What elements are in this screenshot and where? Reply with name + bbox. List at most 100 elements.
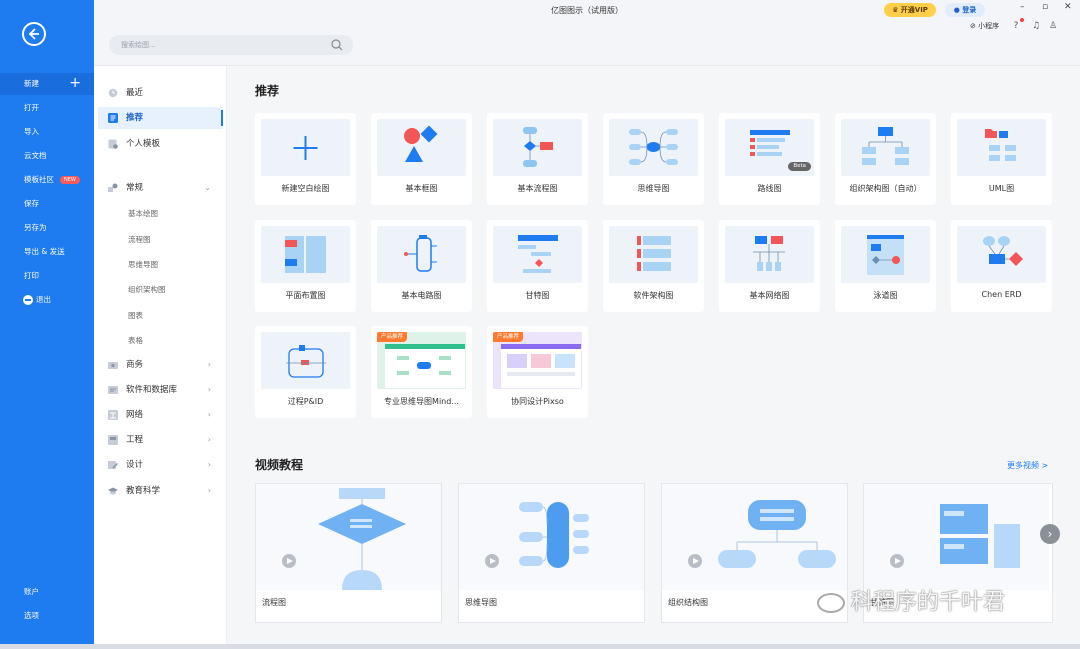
- login-button[interactable]: ● 登录: [945, 3, 985, 17]
- template-mindmap[interactable]: 思维导图: [603, 113, 704, 205]
- erd-icon: [983, 236, 1023, 266]
- menu-export-send[interactable]: 导出 & 发送: [0, 241, 94, 263]
- play-icon[interactable]: [890, 554, 904, 568]
- category-engineering[interactable]: 工程 ›: [98, 429, 223, 451]
- template-thumbnail: [377, 226, 466, 283]
- category-recent[interactable]: 最近: [98, 82, 223, 104]
- template-label: Chen ERD: [981, 290, 1022, 299]
- subcategory-org-chart[interactable]: 组织架构图: [128, 284, 166, 295]
- category-general[interactable]: 常规 ⌄: [98, 177, 223, 199]
- subcategory-chart[interactable]: 图表: [128, 310, 143, 321]
- play-icon[interactable]: [688, 554, 702, 568]
- menu-template-community[interactable]: 模板社区 NEW: [0, 169, 94, 191]
- crown-icon: ♛: [892, 6, 901, 14]
- template-network[interactable]: 基本网络图: [719, 220, 820, 312]
- menu-save[interactable]: 保存: [0, 193, 94, 215]
- template-thumbnail: [725, 226, 814, 283]
- promo-badge: 产品推荐: [377, 332, 408, 342]
- video-label: 思维导图: [465, 598, 497, 607]
- bell-icon[interactable]: ♫: [1030, 20, 1042, 32]
- new-badge: NEW: [60, 176, 80, 184]
- template-software-architecture[interactable]: 软件架构图: [603, 220, 704, 312]
- back-button[interactable]: [22, 22, 46, 46]
- play-icon[interactable]: [282, 554, 296, 568]
- template-swimlane[interactable]: 泳道图: [835, 220, 936, 312]
- restore-button[interactable]: ▫: [1042, 2, 1048, 12]
- chevron-right-icon: ›: [207, 360, 211, 369]
- list-icon: [108, 113, 118, 123]
- notification-dot: [1020, 18, 1024, 22]
- template-blank[interactable]: 新建空白绘图: [255, 113, 356, 205]
- category-recommend[interactable]: 推荐: [98, 107, 223, 129]
- template-floor-plan[interactable]: 平面布置图: [255, 220, 356, 312]
- open-vip-button[interactable]: ♛ 开通VIP: [884, 3, 936, 17]
- template-label: 基本电路图: [401, 291, 442, 300]
- file-menu-sidebar: 新建 + 打开 导入 云文档 模板社区 NEW 保存 另存为 导出 & 发送 打印…: [0, 0, 94, 644]
- template-basic-block[interactable]: 基本框图: [371, 113, 472, 205]
- category-personal-templates[interactable]: 个人模板: [98, 133, 223, 155]
- menu-account[interactable]: 账户: [0, 581, 94, 603]
- template-label: 思维导图: [637, 184, 670, 193]
- template-flowchart[interactable]: 基本流程图: [487, 113, 588, 205]
- more-videos-link[interactable]: 更多视频 >: [1007, 460, 1048, 471]
- plus-icon: +: [69, 75, 81, 91]
- search-icon: [331, 39, 343, 51]
- mini-program-link[interactable]: ⊘ 小程序: [970, 21, 999, 31]
- gantt-icon: [518, 235, 558, 273]
- chevron-right-icon: ›: [207, 486, 211, 495]
- template-uml[interactable]: UML图: [951, 113, 1052, 205]
- shirt-icon[interactable]: ♙: [1047, 20, 1059, 32]
- arrow-left-icon: [28, 28, 39, 40]
- video-thumbnail: [459, 484, 644, 590]
- menu-import[interactable]: 导入: [0, 121, 94, 143]
- menu-new[interactable]: 新建 +: [0, 73, 94, 95]
- menu-options[interactable]: 选项: [0, 605, 94, 627]
- subcategory-flowchart[interactable]: 流程图: [128, 234, 151, 245]
- carousel-next-button[interactable]: ›: [1040, 524, 1060, 544]
- category-business[interactable]: 商务 ›: [98, 354, 223, 376]
- template-roadmap[interactable]: Beta 路线图: [719, 113, 820, 205]
- menu-print[interactable]: 打印: [0, 265, 94, 287]
- template-gantt[interactable]: 甘特图: [487, 220, 588, 312]
- template-label: 协同设计Pixso: [511, 397, 564, 406]
- menu-open[interactable]: 打开: [0, 97, 94, 119]
- subcategory-table[interactable]: 表格: [128, 335, 143, 346]
- subcategory-mindmap[interactable]: 思维导图: [128, 259, 158, 270]
- template-org-chart-auto[interactable]: 组织架构图（自动）: [835, 113, 936, 205]
- basic-shapes-icon: [404, 125, 438, 162]
- template-thumbnail: [957, 226, 1046, 283]
- menu-exit[interactable]: 退出: [0, 289, 94, 311]
- video-card-flowchart[interactable]: 流程图: [255, 483, 442, 623]
- template-thumbnail: [609, 226, 698, 283]
- template-mindmaster-promo[interactable]: 产品推荐 专业思维导图Mind...: [371, 326, 472, 418]
- search-placeholder: 搜索绘图...: [121, 41, 156, 49]
- menu-save-as[interactable]: 另存为: [0, 217, 94, 239]
- template-thumbnail: 产品推荐: [377, 332, 466, 389]
- close-button[interactable]: ✕: [1064, 2, 1072, 12]
- wechat-icon: [817, 593, 845, 613]
- video-card-mindmap[interactable]: 思维导图: [458, 483, 645, 623]
- category-software-db[interactable]: 软件和数据库 ›: [98, 379, 223, 401]
- menu-cloud-docs[interactable]: 云文档: [0, 145, 94, 167]
- template-pid[interactable]: 过程P&ID: [255, 326, 356, 418]
- mindmap-preview-icon: [519, 502, 589, 568]
- category-network[interactable]: 网络 ›: [98, 404, 223, 426]
- template-chen-erd[interactable]: Chen ERD: [951, 220, 1052, 312]
- chevron-right-icon: ›: [207, 410, 211, 419]
- template-circuit[interactable]: 基本电路图: [371, 220, 472, 312]
- gantt-preview-icon: [940, 504, 1020, 568]
- template-pixso-promo[interactable]: 产品推荐 协同设计Pixso: [487, 326, 588, 418]
- play-icon[interactable]: [485, 554, 499, 568]
- search-input[interactable]: 搜索绘图...: [109, 35, 353, 55]
- category-design[interactable]: 设计 ›: [98, 454, 223, 476]
- shapes-icon: [108, 183, 118, 192]
- template-thumbnail: [261, 119, 350, 176]
- chevron-right-icon: ›: [207, 460, 211, 469]
- promo-badge: 产品推荐: [493, 332, 524, 342]
- bottom-border: [0, 644, 1080, 649]
- minimize-button[interactable]: –: [1020, 2, 1025, 12]
- category-education[interactable]: 教育科学 ›: [98, 480, 223, 502]
- template-thumbnail: [261, 226, 350, 283]
- database-icon: [108, 386, 118, 394]
- subcategory-basic-drawing[interactable]: 基本绘图: [128, 208, 158, 219]
